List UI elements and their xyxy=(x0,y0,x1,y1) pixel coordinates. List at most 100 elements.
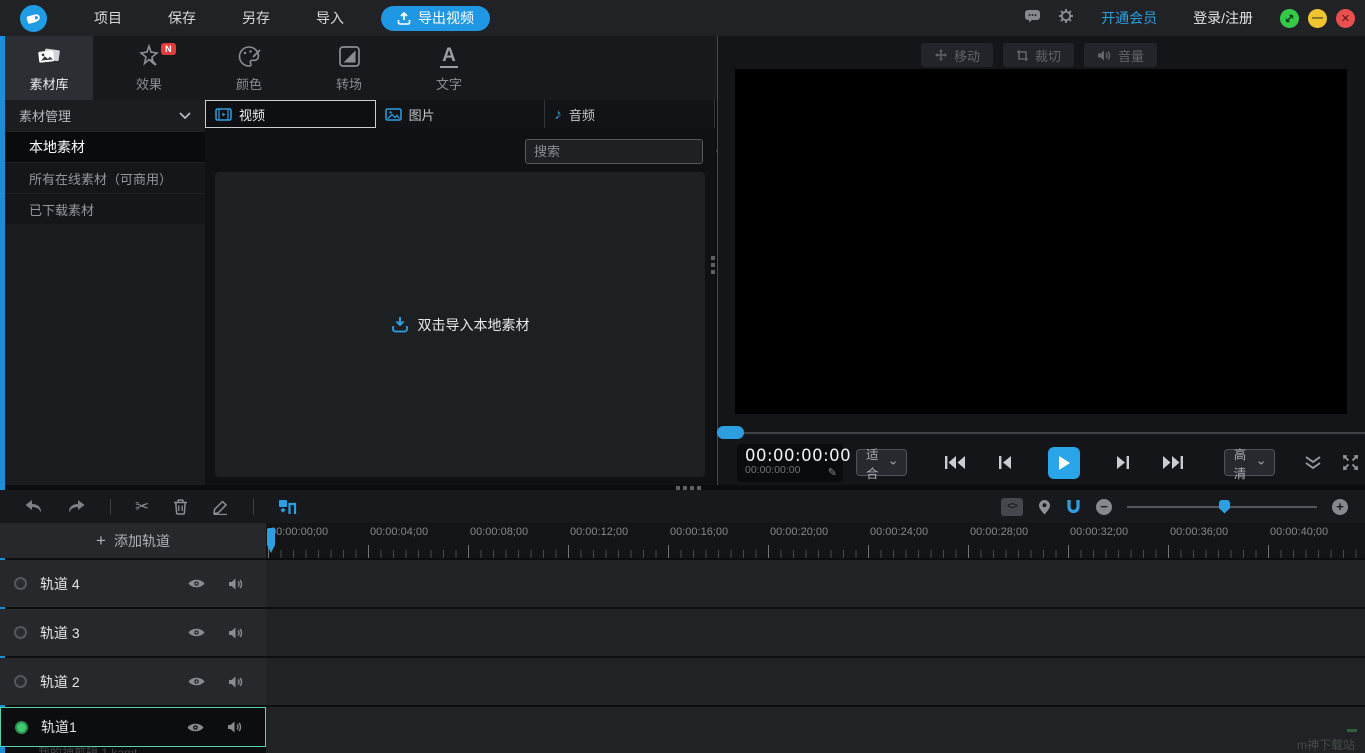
export-label: 导出视频 xyxy=(418,8,474,28)
media-panel: 视频 图片 ♪ 音频 双击导入本地素材 xyxy=(205,100,715,485)
skip-to-end-button[interactable] xyxy=(1148,447,1198,479)
tab-image[interactable]: 图片 xyxy=(376,100,546,128)
timeline-view-tools: <> − + xyxy=(1001,498,1348,516)
tab-effects[interactable]: 效果 N xyxy=(105,36,193,100)
speaker-mute-icon[interactable] xyxy=(227,720,243,734)
import-dropzone[interactable]: 双击导入本地素材 xyxy=(215,172,705,477)
track-header-1-selected[interactable]: 轨道1 xyxy=(0,707,266,747)
move-tool-button[interactable]: 移动 xyxy=(921,43,993,67)
sidebar-item-online-material[interactable]: 所有在线素材（可商用） xyxy=(5,162,205,193)
menu-import[interactable]: 导入 xyxy=(293,8,367,28)
timecode-current: 00:00:00:00 xyxy=(745,447,835,464)
track-label: 轨道 3 xyxy=(40,623,80,643)
edit-tools: ✂ xyxy=(24,497,297,517)
track-header-3[interactable]: 轨道 3 xyxy=(0,609,266,656)
settings-gear-icon[interactable] xyxy=(1049,8,1083,29)
magnet-snap-button[interactable] xyxy=(1066,499,1081,515)
timeline-ruler[interactable]: 00:00:00;00 00:00:04;00 00:00:08;00 00:0… xyxy=(266,523,1365,558)
vertical-drag-handle[interactable] xyxy=(709,252,716,278)
menu-save-as[interactable]: 另存 xyxy=(219,8,293,28)
split-insert-button[interactable] xyxy=(278,499,297,515)
window-close-button[interactable]: ✕ xyxy=(1336,9,1355,28)
track-lane-2[interactable] xyxy=(266,658,1365,705)
media-type-tabs: 视频 图片 ♪ 音频 xyxy=(205,100,715,128)
previous-frame-button[interactable] xyxy=(980,447,1030,479)
track-header-4[interactable]: 轨道 4 xyxy=(0,560,266,607)
tab-material-library[interactable]: 素材库 xyxy=(5,36,93,100)
material-sidebar: 素材管理 本地素材 所有在线素材（可商用） 已下载素材 xyxy=(5,100,205,485)
crop-tool-button[interactable]: 裁切 xyxy=(1003,43,1074,67)
menu-save[interactable]: 保存 xyxy=(145,8,219,28)
tab-color[interactable]: 颜色 xyxy=(205,36,293,100)
window-maximize-button[interactable] xyxy=(1280,9,1299,28)
playback-controls: 00:00:00:00 00:00:00:00 ✎ 适合 高清 xyxy=(718,440,1365,485)
timeline-zoom-slider[interactable] xyxy=(1127,499,1317,515)
marker-pin-button[interactable] xyxy=(1038,499,1051,515)
vip-link[interactable]: 开通会员 xyxy=(1083,8,1175,28)
eye-visibility-icon[interactable] xyxy=(187,577,206,590)
tab-audio[interactable]: ♪ 音频 xyxy=(545,100,715,128)
track-radio[interactable] xyxy=(14,675,27,688)
sidebar-item-local-material[interactable]: 本地素材 xyxy=(5,131,205,162)
speaker-mute-icon[interactable] xyxy=(228,626,244,640)
delete-trash-button[interactable] xyxy=(173,499,188,515)
seek-bar-handle[interactable] xyxy=(717,426,744,439)
skip-to-start-button[interactable] xyxy=(930,447,980,479)
timeline-toolbar: ✂ <> − + xyxy=(0,490,1365,523)
track-lane-4[interactable] xyxy=(266,560,1365,607)
play-button[interactable] xyxy=(1048,447,1080,479)
track-header-2[interactable]: 轨道 2 xyxy=(0,658,266,705)
fullscreen-button[interactable] xyxy=(1335,454,1365,471)
watermark-mark xyxy=(1347,729,1357,732)
speaker-mute-icon[interactable] xyxy=(228,577,244,591)
tab-transitions[interactable]: 转场 xyxy=(305,36,393,100)
menu-project[interactable]: 项目 xyxy=(71,8,145,28)
speaker-mute-icon[interactable] xyxy=(228,675,244,689)
track-lane-3[interactable] xyxy=(266,609,1365,656)
app-logo-icon xyxy=(20,5,47,32)
feedback-chat-icon[interactable] xyxy=(1015,9,1049,28)
collapse-preview-button[interactable] xyxy=(1299,456,1328,470)
zoom-slider-handle[interactable] xyxy=(1219,500,1230,514)
edit-pencil-button[interactable] xyxy=(212,499,229,515)
fit-zoom-dropdown[interactable]: 适合 xyxy=(856,449,907,476)
eye-visibility-icon[interactable] xyxy=(187,675,206,688)
add-track-button[interactable]: + 添加轨道 xyxy=(0,523,266,558)
login-register-link[interactable]: 登录/注册 xyxy=(1175,8,1271,28)
seek-bar-track[interactable] xyxy=(742,432,1365,434)
tab-label: 转场 xyxy=(336,74,362,93)
search-input[interactable] xyxy=(534,144,710,159)
eye-visibility-icon[interactable] xyxy=(186,721,205,734)
window-minimize-button[interactable]: — xyxy=(1308,9,1327,28)
track-lane-1[interactable] xyxy=(266,707,1365,753)
undo-button[interactable] xyxy=(24,499,43,514)
tab-label: 音频 xyxy=(569,105,595,124)
material-manage-header[interactable]: 素材管理 xyxy=(5,100,205,131)
move-icon xyxy=(934,48,948,62)
redo-button[interactable] xyxy=(67,499,86,514)
sidebar-item-downloaded-material[interactable]: 已下载素材 xyxy=(5,193,205,224)
tab-video[interactable]: 视频 xyxy=(205,100,376,128)
export-video-button[interactable]: 导出视频 xyxy=(381,6,490,31)
preview-tools: 移动 裁切 音量 xyxy=(921,43,1157,67)
track-radio[interactable] xyxy=(14,577,27,590)
tab-text[interactable]: A 文字 xyxy=(405,36,493,100)
zoom-in-button[interactable]: + xyxy=(1332,499,1348,515)
image-icon xyxy=(385,108,402,121)
ruler-label: 00:00:40;00 xyxy=(1270,526,1328,538)
cut-scissors-button[interactable]: ✂ xyxy=(135,497,149,517)
ruler-label: 00:00:16;00 xyxy=(670,526,728,538)
video-viewport[interactable] xyxy=(735,69,1347,414)
quality-dropdown[interactable]: 高清 xyxy=(1224,449,1275,476)
edit-timecode-icon[interactable]: ✎ xyxy=(828,466,837,479)
tab-label: 图片 xyxy=(409,105,435,124)
volume-tool-button[interactable]: 音量 xyxy=(1084,43,1157,67)
zoom-out-button[interactable]: − xyxy=(1096,499,1112,515)
fit-timeline-button[interactable]: <> xyxy=(1001,498,1023,516)
chevron-down-icon xyxy=(179,112,191,119)
eye-visibility-icon[interactable] xyxy=(187,626,206,639)
preview-panel: 移动 裁切 音量 00:00:00:00 00:00:00:00 ✎ 适合 xyxy=(718,36,1365,485)
track-radio[interactable] xyxy=(14,626,27,639)
track-radio-selected[interactable] xyxy=(15,721,28,734)
next-frame-button[interactable] xyxy=(1098,447,1148,479)
